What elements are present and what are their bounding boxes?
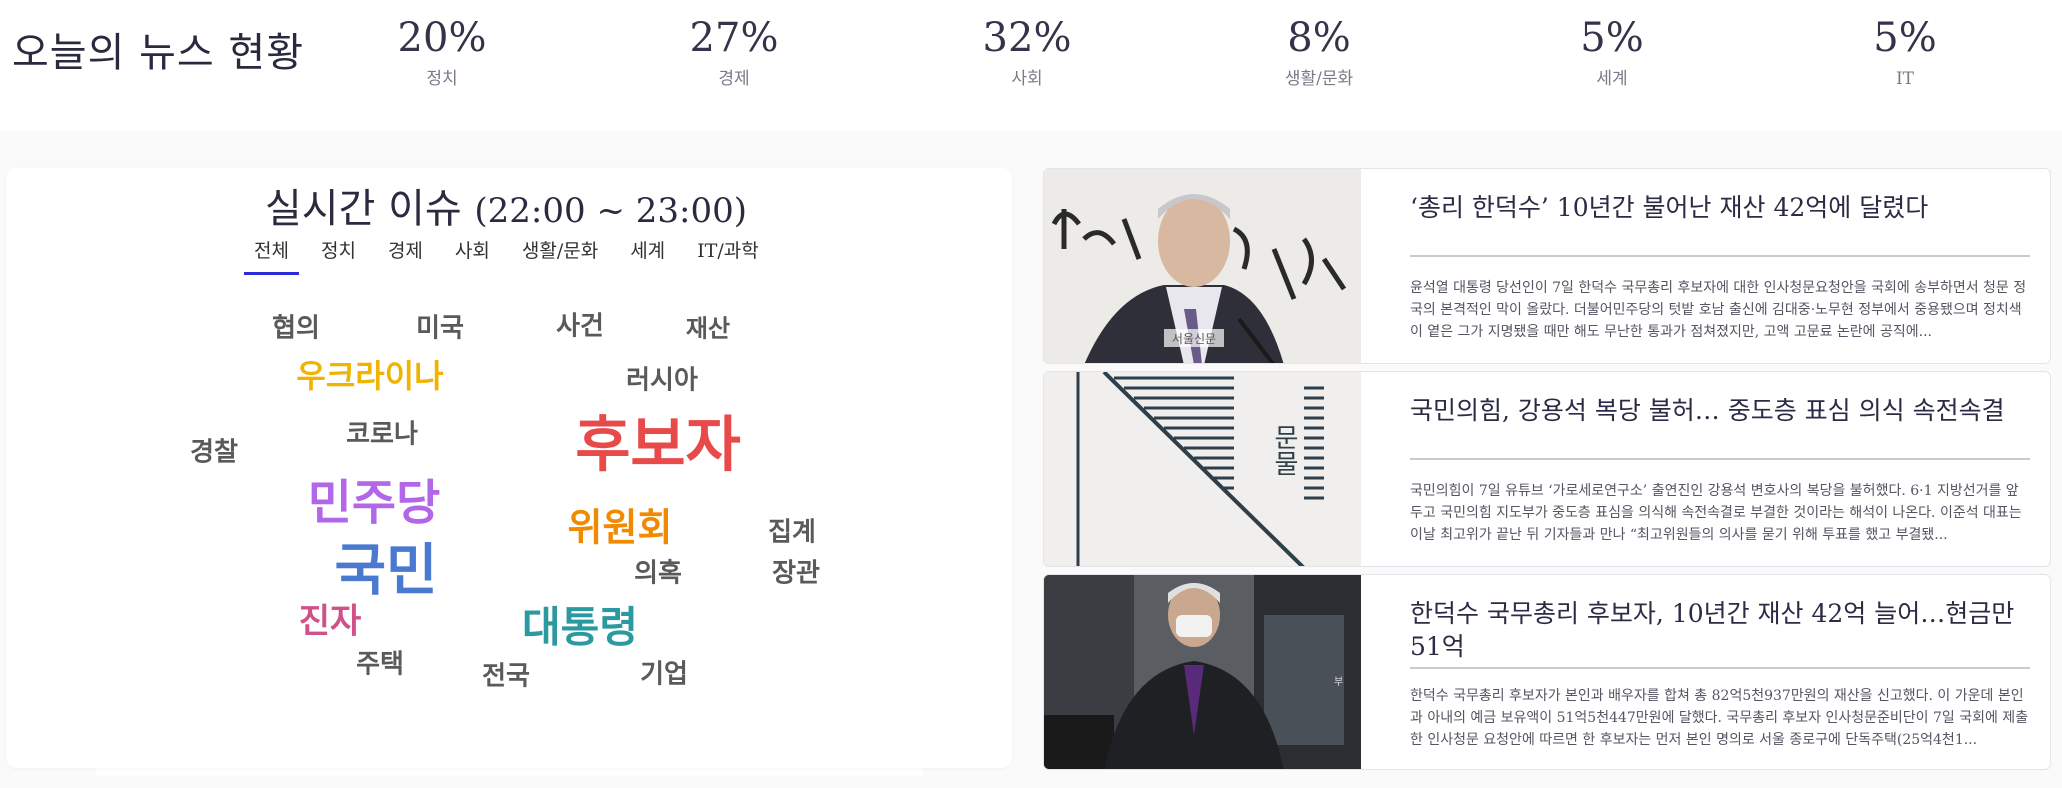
stat-percent: 5% xyxy=(1873,15,1937,61)
keyword[interactable]: 우크라이나 xyxy=(296,351,443,397)
stat-category: 경제 xyxy=(718,69,750,89)
news-summary: 국민의힘이 7일 유튜브 ‘가로세로연구소’ 출연진인 강용석 변호사의 복당을… xyxy=(1410,483,2022,543)
stat-it: 5% IT xyxy=(1805,8,2005,90)
divider xyxy=(1410,458,2030,460)
category-stats: 20% 정치 27% 경제 32% 사회 8% 생활/문화 5% 세계 5% I… xyxy=(0,8,2062,108)
keyword[interactable]: 민주당 xyxy=(308,463,440,533)
news-card[interactable]: 서울신문 ‘총리 한덕수’ 10년간 불어난 재산 42억에 달렸다 윤석열 대… xyxy=(1043,168,2051,364)
keyword[interactable]: 집계 xyxy=(768,512,816,549)
keyword[interactable]: 재산 xyxy=(686,309,730,344)
news-thumbnail: 문물 xyxy=(1044,372,1361,566)
keyword[interactable]: 후보자 xyxy=(575,397,741,484)
stat-society: 32% 사회 xyxy=(927,8,1127,90)
stat-category: IT xyxy=(1895,69,1915,89)
image-caption: 문물 xyxy=(1269,424,1299,476)
keyword[interactable]: 의혹 xyxy=(634,553,682,590)
news-card[interactable]: 문물 국민의힘, 강용석 복당 불허… 중도층 표심 의식 속전속결 국민의힘이… xyxy=(1043,371,2051,567)
keyword[interactable]: 코로나 xyxy=(346,414,418,451)
stat-category: 세계 xyxy=(1596,69,1628,89)
keyword[interactable]: 러시아 xyxy=(626,360,698,397)
keyword[interactable]: 경찰 xyxy=(190,432,238,469)
keyword[interactable]: 주택 xyxy=(356,644,404,681)
stat-politics: 20% 정치 xyxy=(342,8,542,90)
news-thumbnail: 서울신문 xyxy=(1044,169,1361,363)
news-list: 서울신문 ‘총리 한덕수’ 10년간 불어난 재산 42억에 달렸다 윤석열 대… xyxy=(1043,168,2051,770)
image-caption: 서울신문 xyxy=(1172,332,1216,346)
news-thumbnail: 부 xyxy=(1044,575,1361,769)
stat-economy: 27% 경제 xyxy=(634,8,834,90)
stat-percent: 32% xyxy=(982,15,1072,61)
divider xyxy=(1410,255,2030,257)
keyword[interactable]: 진자 xyxy=(299,594,362,643)
stat-category: 사회 xyxy=(1011,69,1043,89)
stat-percent: 8% xyxy=(1287,15,1351,61)
divider xyxy=(1410,667,2030,669)
image-caption: 부 xyxy=(1334,677,1343,688)
keyword[interactable]: 장관 xyxy=(772,553,820,590)
stat-life-culture: 8% 생활/문화 xyxy=(1219,8,1419,90)
word-cloud: 협의 미국 사건 재산 우크라이나 러시아 코로나 후보자 경찰 민주당 위원회… xyxy=(6,168,1012,768)
keyword[interactable]: 사건 xyxy=(556,306,604,343)
news-headline[interactable]: 국민의힘, 강용석 복당 불허… 중도층 표심 의식 속전속결 xyxy=(1410,394,2030,427)
stat-category: 정치 xyxy=(426,69,458,89)
realtime-issue-panel: 실시간 이슈 (22:00 ~ 23:00) 전체 정치 경제 사회 생활/문화… xyxy=(6,168,1012,768)
stat-world: 5% 세계 xyxy=(1512,8,1712,90)
news-summary: 한덕수 국무총리 후보자가 본인과 배우자를 합쳐 총 82억5천937만원의 … xyxy=(1410,688,2029,748)
news-card[interactable]: 부 한덕수 국무총리 후보자, 10년간 재산 42억 늘어…현금만 51억 한… xyxy=(1043,574,2051,770)
keyword[interactable]: 대통령 xyxy=(522,594,638,655)
keyword[interactable]: 전국 xyxy=(482,656,530,693)
stat-category: 생활/문화 xyxy=(1284,69,1354,89)
news-headline[interactable]: 한덕수 국무총리 후보자, 10년간 재산 42억 늘어…현금만 51억 xyxy=(1410,597,2030,663)
news-headline[interactable]: ‘총리 한덕수’ 10년간 불어난 재산 42억에 달렸다 xyxy=(1410,191,2030,224)
keyword[interactable]: 협의 xyxy=(272,308,320,345)
stat-percent: 5% xyxy=(1580,15,1644,61)
news-summary: 윤석열 대통령 당선인이 7일 한덕수 국무총리 후보자에 대한 인사청문요청안… xyxy=(1410,280,2027,340)
stat-percent: 20% xyxy=(397,15,487,61)
keyword[interactable]: 위원회 xyxy=(568,497,673,552)
keyword[interactable]: 기업 xyxy=(640,654,688,691)
keyword[interactable]: 미국 xyxy=(416,308,464,345)
panel-base xyxy=(96,768,922,776)
top-stats-bar: 오늘의 뉴스 현황 20% 정치 27% 경제 32% 사회 8% 생활/문화 … xyxy=(0,0,2062,130)
stat-percent: 27% xyxy=(689,15,779,61)
